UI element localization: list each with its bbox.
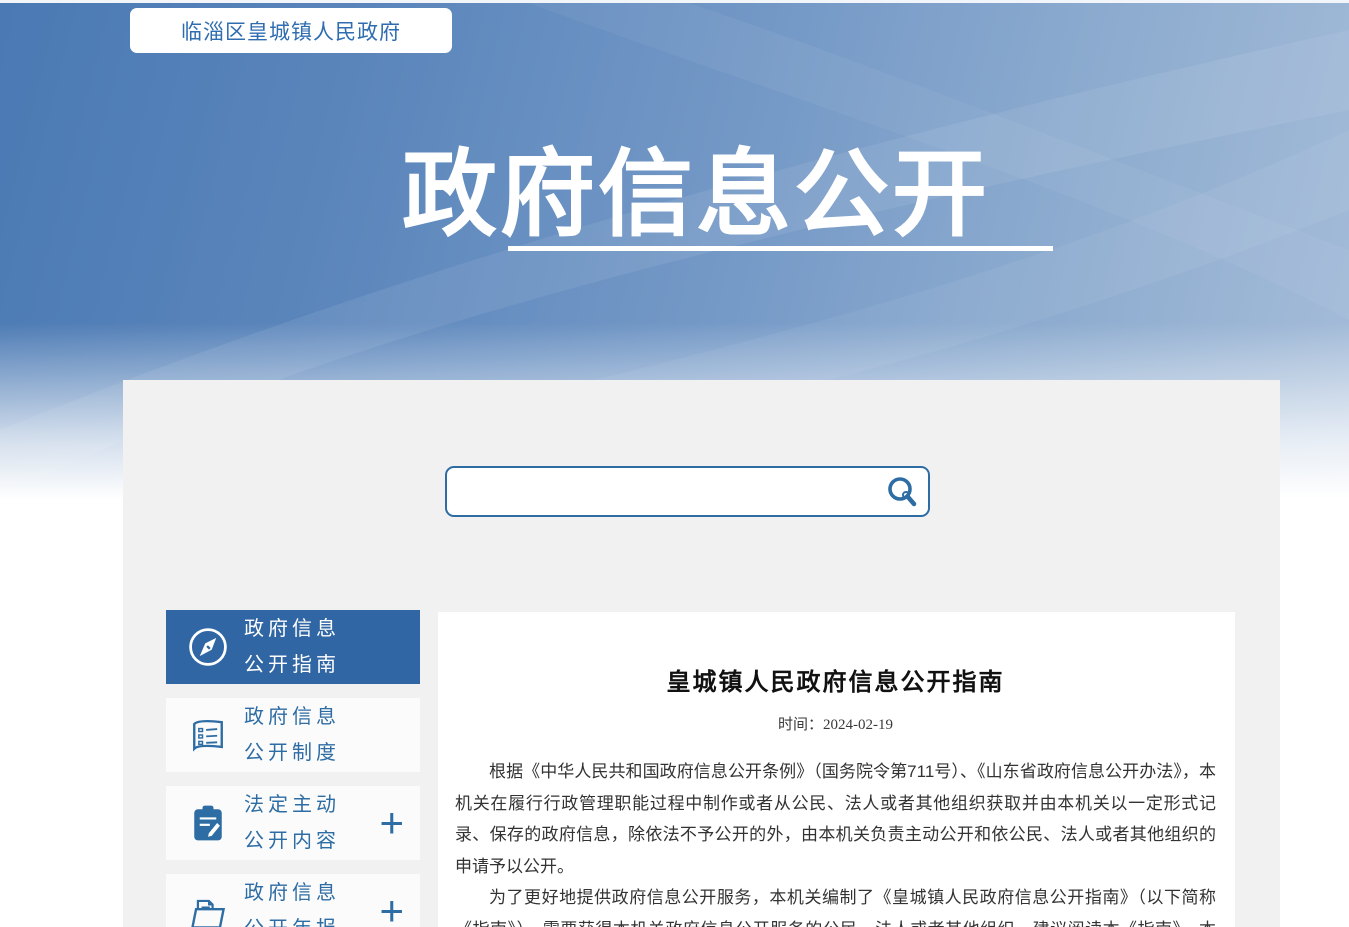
expand-plus-icon[interactable]: +: [379, 890, 404, 927]
sidebar-item-label: 政府信息 公开指南: [244, 611, 340, 683]
article-body: 根据《中华人民共和国政府信息公开条例》（国务院令第711号）、《山东省政府信息公…: [455, 756, 1216, 927]
site-name-label: 临淄区皇城镇人民政府: [181, 16, 401, 46]
search-icon: [884, 474, 920, 510]
sidebar-item-label: 政府信息 公开年报: [244, 875, 340, 927]
book-icon: [186, 713, 230, 757]
sidebar-item-label: 政府信息 公开制度: [244, 699, 340, 771]
article-title: 皇城镇人民政府信息公开指南: [455, 662, 1216, 697]
page-title: 政府信息公开: [340, 118, 1052, 255]
top-strip: [0, 0, 1349, 3]
sidebar-item-annual-report[interactable]: 政府信息 公开年报 +: [166, 874, 420, 927]
sidebar-menu: 政府信息 公开指南 政府信息 公开制度: [166, 610, 420, 927]
expand-plus-icon[interactable]: +: [379, 802, 404, 844]
sidebar-item-gov-info-guide[interactable]: 政府信息 公开指南: [166, 610, 420, 684]
folder-icon: [186, 889, 230, 927]
compass-icon: [186, 625, 230, 669]
sidebar-item-gov-info-system[interactable]: 政府信息 公开制度: [166, 698, 420, 772]
title-underline: [508, 246, 1053, 251]
search-input[interactable]: [447, 468, 880, 515]
clipboard-pencil-icon: [186, 801, 230, 845]
article-paragraph: 为了更好地提供政府信息公开服务，本机关编制了《皇城镇人民政府信息公开指南》（以下…: [455, 882, 1216, 927]
search-button[interactable]: [880, 470, 924, 514]
article-panel: 皇城镇人民政府信息公开指南 时间：2024-02-19 根据《中华人民共和国政府…: [438, 612, 1235, 927]
site-name-badge[interactable]: 临淄区皇城镇人民政府: [130, 8, 452, 53]
sidebar-item-label: 法定主动 公开内容: [244, 787, 340, 859]
sidebar-item-statutory-disclosure[interactable]: 法定主动 公开内容 +: [166, 786, 420, 860]
article-date: 时间：2024-02-19: [455, 713, 1216, 734]
page: 临淄区皇城镇人民政府 政府信息公开 政府信息 公开指南: [0, 0, 1349, 927]
search-box: [445, 466, 930, 517]
article-paragraph: 根据《中华人民共和国政府信息公开条例》（国务院令第711号）、《山东省政府信息公…: [455, 756, 1216, 882]
